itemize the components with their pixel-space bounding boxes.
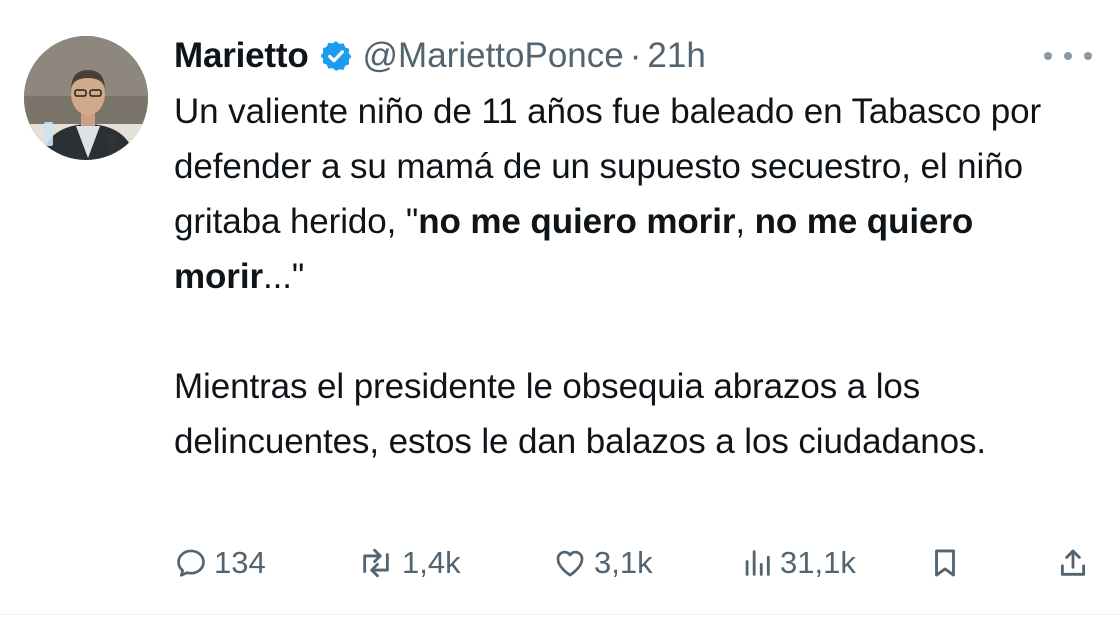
tweet-paragraph-2: Mientras el presidente le obsequia abraz… (174, 367, 987, 461)
tweet-text: Un valiente niño de 11 años fue baleado … (174, 84, 1094, 469)
tweet-header: Marietto @MariettoPonce · 21h (174, 28, 706, 84)
heart-icon (552, 546, 588, 580)
like-count: 3,1k (594, 545, 653, 580)
like-button[interactable]: 3,1k (552, 535, 653, 591)
avatar-image (24, 36, 148, 160)
share-icon (1056, 546, 1090, 580)
repost-icon (356, 546, 396, 580)
views-button[interactable]: 31,1k (740, 535, 856, 591)
user-handle[interactable]: @MariettoPonce (363, 36, 624, 76)
divider (0, 614, 1120, 615)
repost-count: 1,4k (402, 545, 461, 580)
text-segment: , (735, 202, 755, 241)
more-icon[interactable] (1044, 40, 1092, 72)
separator-dot: · (629, 36, 642, 75)
bold-quote-1: no me quiero morir (418, 202, 736, 241)
views-icon (740, 546, 774, 580)
bookmark-button[interactable] (928, 535, 962, 591)
timestamp[interactable]: 21h (647, 36, 705, 76)
text-segment: ..." (262, 257, 305, 296)
bookmark-icon (928, 546, 962, 580)
avatar[interactable] (24, 36, 148, 160)
action-bar: 134 1,4k 3,1k 31,1k (0, 535, 1120, 591)
reply-button[interactable]: 134 (174, 535, 266, 591)
view-count: 31,1k (780, 545, 856, 580)
tweet-paragraph-1: Un valiente niño de 11 años fue baleado … (174, 84, 1094, 304)
reply-count: 134 (214, 545, 266, 580)
share-button[interactable] (1056, 535, 1090, 591)
verified-badge-icon (319, 39, 353, 73)
repost-button[interactable]: 1,4k (356, 535, 461, 591)
display-name[interactable]: Marietto (174, 36, 309, 76)
tweet-card[interactable]: Marietto @MariettoPonce · 21h Un valient… (0, 0, 1120, 618)
reply-icon (174, 546, 208, 580)
